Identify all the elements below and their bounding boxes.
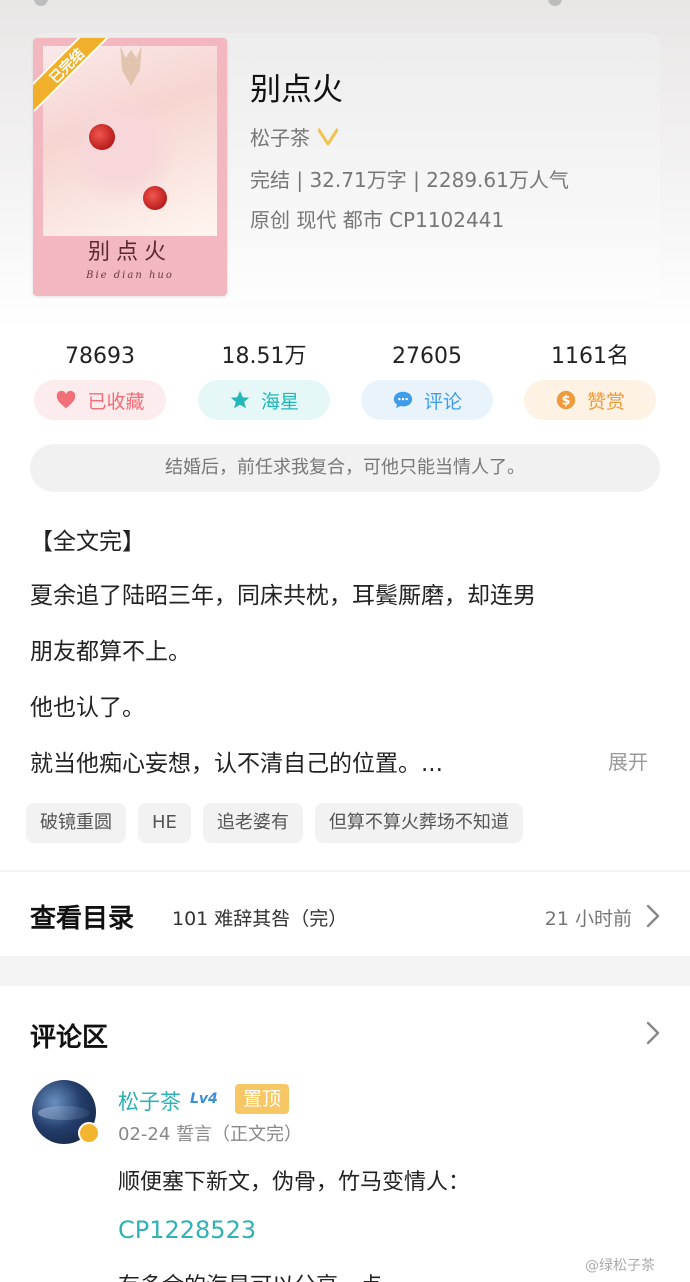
book-link[interactable]: CP1228523 <box>118 1216 256 1244</box>
collect-button[interactable]: 已收藏 <box>34 380 166 420</box>
star-icon <box>230 390 250 409</box>
description-line: 就当他痴心妄想，认不清自己的位置。... <box>30 751 443 777</box>
collect-count: 78693 <box>65 344 135 369</box>
expand-button[interactable]: 展开 <box>608 746 648 775</box>
commenter-name[interactable]: 松子茶 <box>118 1086 181 1116</box>
stat-collect: 78693 已收藏 <box>34 342 166 420</box>
description-line: 【全文完】 <box>30 529 145 555</box>
verified-badge <box>78 1122 100 1144</box>
comment-section-title: 评论区 <box>30 1023 109 1053</box>
tag[interactable]: 破镜重圆 <box>26 803 126 843</box>
cover-subtitle: Bie dian huo <box>86 270 174 281</box>
level-badge: Lv4 <box>190 1091 218 1107</box>
book-title: 别点火 <box>250 72 343 108</box>
stats-bar: 78693 已收藏 18.51万 海星 27605 评论 1161名 $ 赞赏 <box>30 342 660 432</box>
toc-title: 查看目录 <box>30 904 135 934</box>
stat-comments: 27605 评论 <box>361 342 493 420</box>
author-row[interactable]: 松子茶 <box>250 122 338 151</box>
starfish-count: 18.51万 <box>221 344 307 369</box>
tag[interactable]: 但算不算火葬场不知道 <box>314 803 523 843</box>
comment-date: 02-24 誓言（正文完） <box>118 1124 303 1145</box>
watermark: @绿松子茶 <box>585 1258 655 1274</box>
comment-label: 评论 <box>423 390 462 413</box>
stat-reward: 1161名 $ 赞赏 <box>524 342 656 420</box>
tag-list: 破镜重圆 HE 追老婆有 但算不算火葬场不知道 <box>26 803 523 843</box>
latest-chapter: 101 难辞其咎（完） <box>172 908 348 930</box>
reward-count: 1161名 <box>551 344 629 369</box>
chevron-right-icon <box>646 904 660 928</box>
author-name[interactable]: 松子茶 <box>250 122 310 151</box>
book-stats-line: 完结 | 32.71万字 | 2289.61万人气 <box>250 168 569 192</box>
coin-icon: $ <box>556 390 576 410</box>
description-line: 他也认了。 <box>30 695 145 721</box>
section-gap <box>0 956 690 986</box>
book-cover[interactable]: 已完结 别点火 Bie dian huo <box>33 38 227 296</box>
comment-button[interactable]: 评论 <box>361 380 493 420</box>
svg-text:$: $ <box>562 394 571 409</box>
vip-icon <box>318 128 338 145</box>
description-line: 夏余追了陆昭三年，同床共枕，耳鬓厮磨，却连男 <box>30 583 536 609</box>
starfish-label: 海星 <box>260 390 299 413</box>
book-category-line: 原创 现代 都市 CP1102441 <box>250 208 505 232</box>
book-slogan: 结婚后，前任求我复合，可他只能当情人了。 <box>30 444 660 492</box>
reward-label: 赞赏 <box>586 390 625 413</box>
tag[interactable]: HE <box>138 803 191 843</box>
tag[interactable]: 追老婆有 <box>202 803 303 843</box>
section-divider <box>0 870 690 872</box>
comment-text: 有多余的海星可以分享一点 <box>118 1268 382 1282</box>
update-time: 21 小时前 <box>544 908 632 930</box>
status-bar <box>0 0 690 6</box>
heart-icon <box>57 390 76 409</box>
comment-text: 顺便塞下新文，伪骨，竹马变情人： <box>118 1170 471 1195</box>
table-of-contents-row[interactable]: 查看目录 101 难辞其咎（完） 21 小时前 <box>30 894 662 938</box>
pinned-badge: 置顶 <box>235 1084 290 1114</box>
stat-starfish: 18.51万 海星 <box>198 342 330 420</box>
comment-count: 27605 <box>392 344 462 369</box>
cover-title: 别点火 <box>87 240 172 265</box>
chevron-right-icon[interactable] <box>644 1020 662 1046</box>
comment-icon <box>393 391 413 409</box>
reward-button[interactable]: $ 赞赏 <box>524 380 656 420</box>
collect-label: 已收藏 <box>87 390 145 413</box>
starfish-button[interactable]: 海星 <box>198 380 330 420</box>
description-line: 朋友都算不上。 <box>30 639 191 665</box>
